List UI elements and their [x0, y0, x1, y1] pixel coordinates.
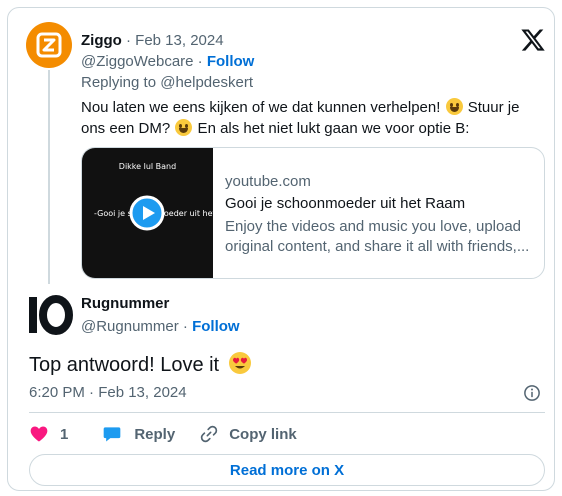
replying-prefix: Replying to [81, 74, 161, 91]
video-thumbnail: Dikke lul Band -Gooi je schoonmoeder uit… [82, 148, 216, 278]
thread-line [48, 70, 50, 284]
copy-link-button[interactable]: Copy link [199, 424, 297, 444]
separator: · [121, 32, 136, 49]
parent-text-part3: En als het niet lukt gaan we voor optie … [193, 120, 470, 137]
rugnummer-logo [29, 295, 73, 335]
read-more-button[interactable]: Read more on X [29, 454, 545, 486]
replying-to-handle[interactable]: @helpdeskert [160, 74, 253, 91]
reply-label: Reply [134, 425, 176, 443]
like-button[interactable]: 1 [29, 424, 68, 444]
follow-button[interactable]: Follow [192, 318, 240, 335]
parent-handle[interactable]: @ZiggoWebcare [81, 53, 194, 70]
heart-eyes-emoji [228, 352, 251, 374]
parent-tweet-text: Nou laten we eens kijken of we dat kunne… [81, 97, 531, 139]
separator: · [178, 318, 193, 335]
link-title: Gooi je schoonmoeder uit het Raam [225, 195, 466, 212]
replying-to: Replying to @helpdeskert [81, 73, 253, 93]
parent-follow-button[interactable]: Follow [207, 53, 255, 70]
info-icon[interactable] [523, 384, 541, 402]
link-description: Enjoy the videos and music you love, upl… [225, 218, 530, 255]
link-icon [201, 425, 218, 443]
parent-date[interactable]: Feb 13, 2024 [135, 32, 223, 49]
ziggo-avatar[interactable] [26, 22, 72, 68]
parent-text-part1: Nou laten we eens kijken of we dat kunne… [81, 99, 445, 116]
embedded-tweet-card: Ziggo · Feb 13, 2024 @ZiggoWebcare · Fol… [7, 7, 555, 491]
parent-handle-row: @ZiggoWebcare · Follow [81, 52, 254, 72]
play-icon[interactable] [129, 195, 165, 231]
tweet-timestamp[interactable]: 6:20 PM · Feb 13, 2024 [29, 384, 187, 401]
tweet-text: Top antwoord! Love it [29, 351, 252, 378]
separator: · [193, 53, 207, 70]
divider [29, 412, 545, 413]
rugnummer-avatar[interactable] [28, 292, 74, 338]
x-logo-icon[interactable] [520, 27, 546, 53]
parent-header: Ziggo · Feb 13, 2024 [81, 31, 224, 51]
author-name[interactable]: Rugnummer [81, 295, 169, 312]
author-handle[interactable]: @Rugnummer [81, 318, 179, 335]
heart-icon [30, 426, 48, 442]
like-count: 1 [60, 425, 69, 443]
ziggo-logo-icon [36, 32, 62, 58]
reply-button[interactable]: Reply [102, 424, 175, 444]
grinning-emoji [445, 98, 463, 115]
grinning-emoji [175, 119, 193, 136]
thumbnail-title: Dikke lul Band [118, 162, 177, 171]
youtube-link-card[interactable]: Dikke lul Band -Gooi je schoonmoeder uit… [81, 147, 545, 279]
tweet-text-content: Top antwoord! Love it [29, 354, 220, 376]
link-domain: youtube.com [225, 173, 311, 190]
author-handle-row: @Rugnummer · Follow [81, 317, 240, 337]
copy-link-label: Copy link [229, 425, 297, 443]
reply-bubble-icon [104, 427, 121, 442]
parent-author-name[interactable]: Ziggo [81, 32, 122, 49]
action-bar: 1 Reply Copy link [29, 423, 297, 445]
